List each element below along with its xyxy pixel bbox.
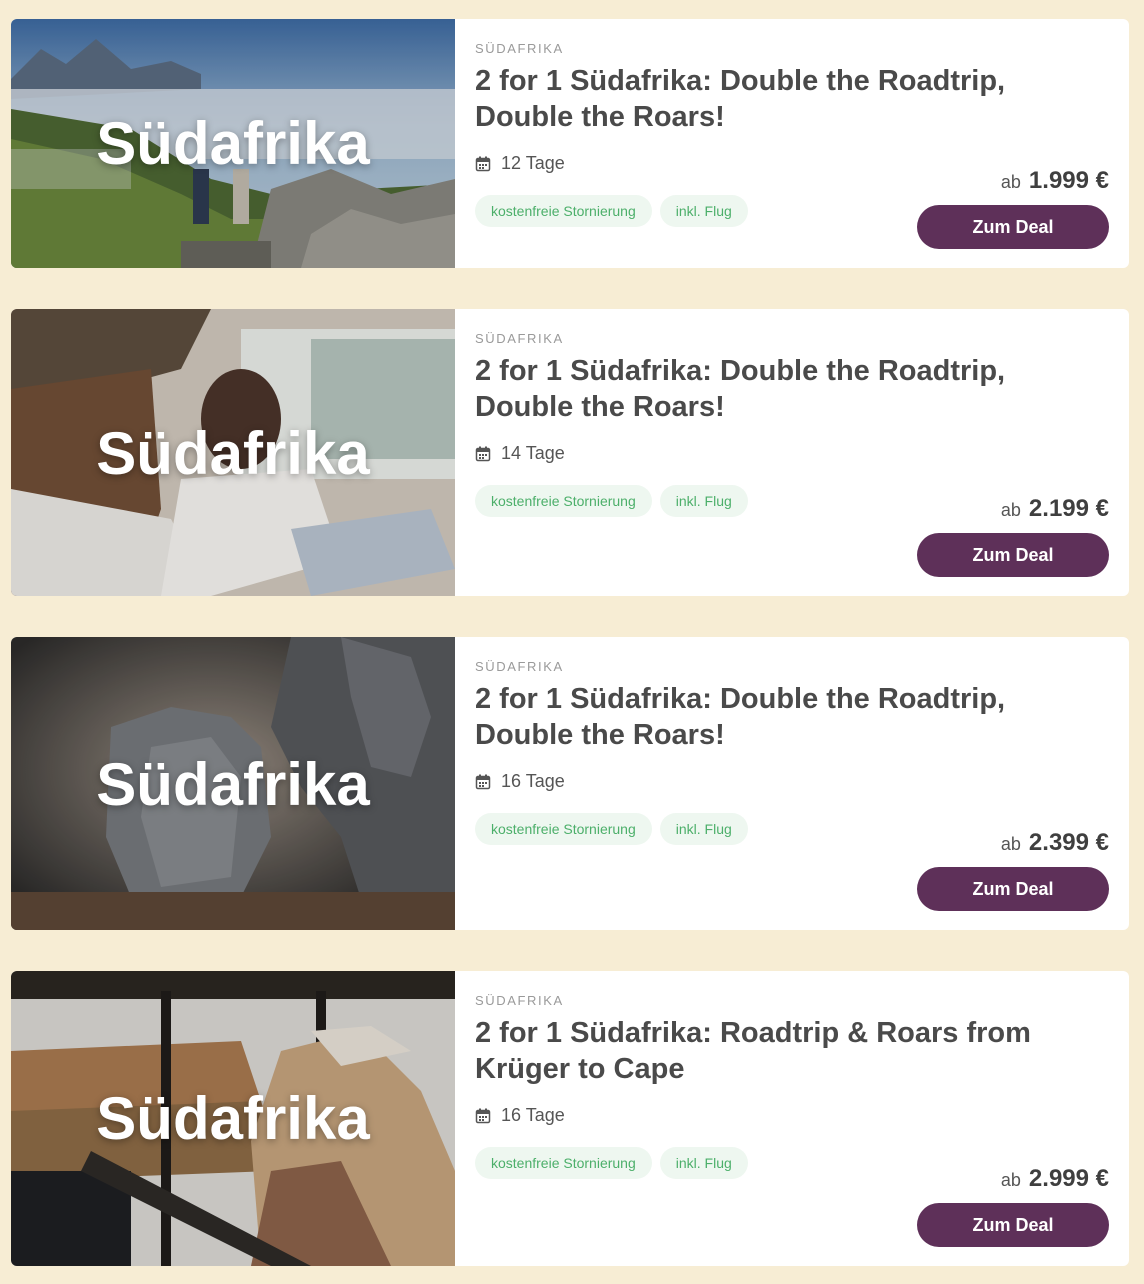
chip-free-cancellation: kostenfreie Stornierung: [475, 1147, 652, 1179]
deal-details: SÜDAFRIKA 2 for 1 Südafrika: Roadtrip & …: [475, 971, 1109, 1266]
destination-label: SÜDAFRIKA: [475, 331, 564, 346]
price-prefix: ab: [1000, 172, 1021, 192]
feature-chips: kostenfreie Stornierung inkl. Flug: [475, 1147, 748, 1179]
duration: 16 Tage: [475, 771, 565, 792]
image-title: Südafrika: [96, 110, 370, 177]
price-prefix: ab: [1000, 1170, 1021, 1190]
price-amount: 2.399 €: [1028, 829, 1109, 856]
calendar-icon: [475, 446, 491, 461]
deal-card[interactable]: Südafrika SÜDAFRIKA 2 for 1 Südafrika: D…: [11, 19, 1129, 268]
zum-deal-button[interactable]: Zum Deal: [917, 533, 1109, 577]
duration-text: 14 Tage: [501, 443, 565, 463]
deal-title[interactable]: 2 for 1 Südafrika: Double the Roadtrip, …: [475, 353, 1105, 425]
deal-card[interactable]: Südafrika SÜDAFRIKA 2 for 1 Südafrika: D…: [11, 637, 1129, 930]
zum-deal-button[interactable]: Zum Deal: [917, 1203, 1109, 1247]
price: ab 1.999 €: [1001, 167, 1109, 195]
image-title: Südafrika: [96, 420, 370, 487]
calendar-icon: [475, 156, 491, 171]
destination-label: SÜDAFRIKA: [475, 993, 564, 1008]
deal-details: SÜDAFRIKA 2 for 1 Südafrika: Double the …: [475, 309, 1109, 596]
image-title: Südafrika: [96, 751, 370, 818]
calendar-icon: [475, 1108, 491, 1123]
duration: 16 Tage: [475, 1105, 565, 1126]
chip-free-cancellation: kostenfreie Stornierung: [475, 813, 652, 845]
deal-title[interactable]: 2 for 1 Südafrika: Double the Roadtrip, …: [475, 63, 1105, 135]
feature-chips: kostenfreie Stornierung inkl. Flug: [475, 485, 748, 517]
duration-text: 16 Tage: [501, 1105, 565, 1125]
deal-details: SÜDAFRIKA 2 for 1 Südafrika: Double the …: [475, 637, 1109, 930]
calendar-icon: [475, 774, 491, 789]
duration-text: 12 Tage: [501, 153, 565, 173]
image-title: Südafrika: [96, 1085, 370, 1152]
price-amount: 2.199 €: [1028, 495, 1109, 522]
feature-chips: kostenfreie Stornierung inkl. Flug: [475, 195, 748, 227]
deal-image[interactable]: Südafrika: [11, 971, 455, 1266]
duration: 14 Tage: [475, 443, 565, 464]
duration: 12 Tage: [475, 153, 565, 174]
zum-deal-button[interactable]: Zum Deal: [917, 867, 1109, 911]
price-amount: 1.999 €: [1028, 167, 1109, 194]
price-amount: 2.999 €: [1028, 1165, 1109, 1192]
feature-chips: kostenfreie Stornierung inkl. Flug: [475, 813, 748, 845]
chip-free-cancellation: kostenfreie Stornierung: [475, 195, 652, 227]
destination-label: SÜDAFRIKA: [475, 41, 564, 56]
deal-details: SÜDAFRIKA 2 for 1 Südafrika: Double the …: [475, 19, 1109, 268]
destination-label: SÜDAFRIKA: [475, 659, 564, 674]
zum-deal-button[interactable]: Zum Deal: [917, 205, 1109, 249]
deal-card[interactable]: Südafrika SÜDAFRIKA 2 for 1 Südafrika: R…: [11, 971, 1129, 1266]
chip-flight-included: inkl. Flug: [659, 485, 748, 517]
deal-image[interactable]: Südafrika: [11, 309, 455, 596]
deal-title[interactable]: 2 for 1 Südafrika: Double the Roadtrip, …: [475, 681, 1105, 753]
chip-flight-included: inkl. Flug: [659, 1147, 748, 1179]
deal-image[interactable]: Südafrika: [11, 637, 455, 930]
price: ab 2.999 €: [1001, 1165, 1109, 1193]
price: ab 2.199 €: [1001, 495, 1109, 523]
deal-card[interactable]: Südafrika SÜDAFRIKA 2 for 1 Südafrika: D…: [11, 309, 1129, 596]
deal-image[interactable]: Südafrika: [11, 19, 455, 268]
price: ab 2.399 €: [1001, 829, 1109, 857]
duration-text: 16 Tage: [501, 771, 565, 791]
chip-flight-included: inkl. Flug: [659, 813, 748, 845]
price-prefix: ab: [1000, 500, 1021, 520]
chip-free-cancellation: kostenfreie Stornierung: [475, 485, 652, 517]
price-prefix: ab: [1000, 834, 1021, 854]
deal-title[interactable]: 2 for 1 Südafrika: Roadtrip & Roars from…: [475, 1015, 1035, 1087]
chip-flight-included: inkl. Flug: [659, 195, 748, 227]
